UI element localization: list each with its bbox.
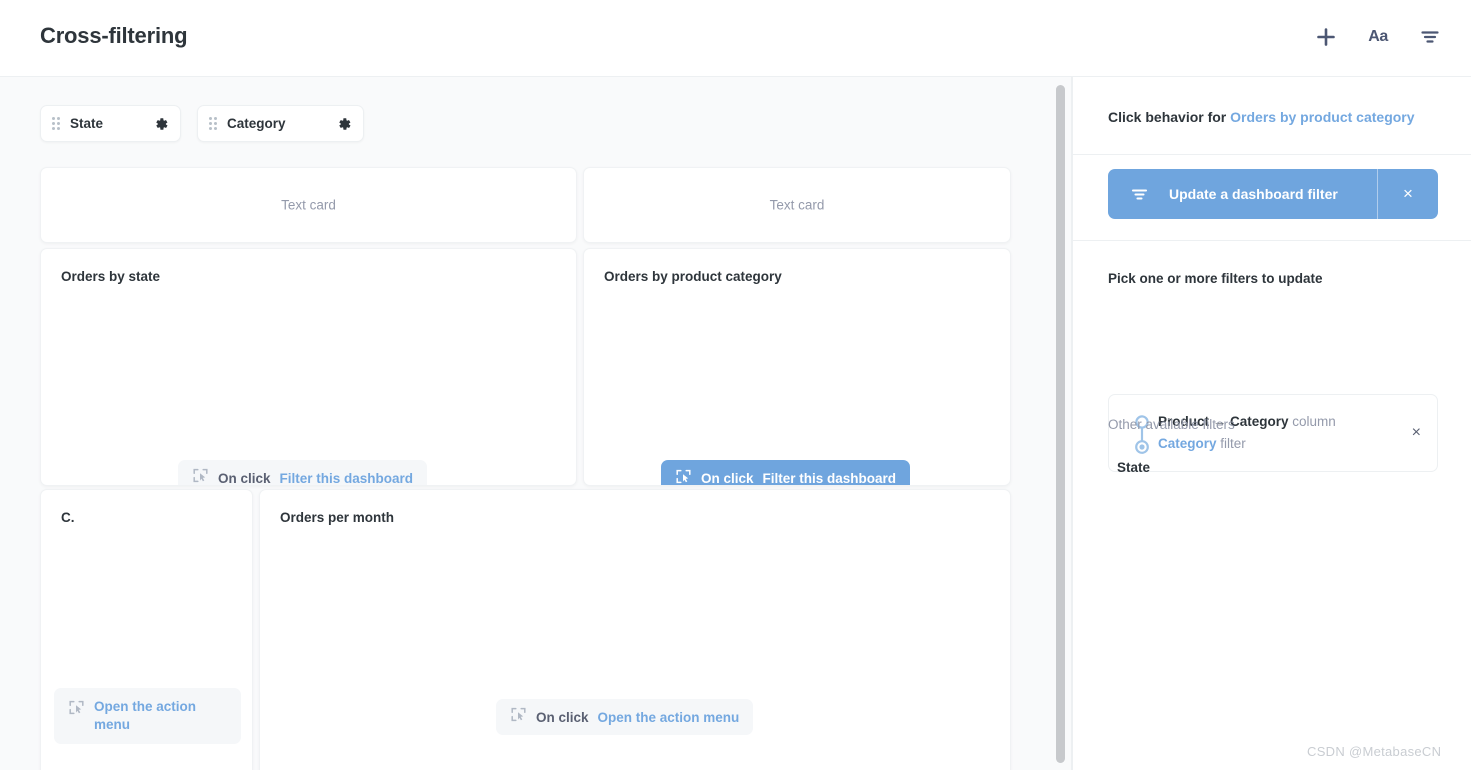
mapping-filter-name: Category	[1158, 436, 1217, 451]
click-action-label: Filter this dashboard	[762, 471, 897, 486]
dashboard-editor: Cross-filtering Aa State Category Text c…	[0, 0, 1471, 770]
sidebar-title: Click behavior for Orders by product cat…	[1108, 109, 1415, 125]
click-behavior-button[interactable]: Open the action menu	[54, 688, 241, 744]
click-action-label: Open the action menu	[94, 699, 197, 732]
filter-icon	[1130, 185, 1149, 204]
text-format-icon[interactable]: Aa	[1365, 24, 1391, 50]
update-filter-label: Update a dashboard filter	[1169, 186, 1338, 202]
dashcard-orders-by-product-category[interactable]: Orders by product category On click Filt…	[583, 248, 1011, 486]
filter-chip-category[interactable]: Category	[197, 105, 364, 142]
update-dashboard-filter-button[interactable]: Update a dashboard filter ×	[1108, 169, 1438, 219]
add-icon[interactable]	[1313, 24, 1339, 50]
on-click-label: On click	[701, 471, 754, 486]
gear-icon[interactable]	[336, 116, 352, 132]
dashboard-filter-chips: State Category	[40, 105, 364, 142]
click-action-label: Filter this dashboard	[279, 470, 414, 486]
sidebar-title-card-link[interactable]: Orders by product category	[1230, 109, 1414, 125]
click-target-icon	[675, 468, 692, 486]
dashcard-orders-per-month[interactable]: Orders per month On click Open the actio…	[259, 489, 1011, 770]
close-icon[interactable]: ×	[1378, 169, 1438, 219]
mapping-filter-suffix: filter	[1216, 436, 1246, 451]
click-target-icon	[510, 706, 527, 728]
click-behavior-button[interactable]: On click Open the action menu	[496, 699, 754, 735]
mapping-column-suffix: column	[1288, 414, 1336, 429]
click-behavior-button[interactable]: On click Filter this dashboard	[661, 460, 911, 486]
dashboard-canvas: State Category Text card Text card Order…	[0, 77, 1061, 770]
drag-handle-icon[interactable]	[209, 117, 218, 130]
on-click-label: On click	[218, 470, 271, 486]
text-card-placeholder: Text card	[769, 197, 825, 213]
click-behavior-button[interactable]: On click Filter this dashboard	[178, 460, 428, 486]
sidebar-header: Click behavior for Orders by product cat…	[1073, 77, 1471, 155]
other-filters-label: Other available filters	[1108, 417, 1235, 432]
on-click-label: On click	[536, 709, 589, 725]
drag-handle-icon[interactable]	[52, 117, 60, 130]
dashcard-text-left[interactable]: Text card	[40, 167, 577, 243]
filter-mapping-card[interactable]: Product → Category column Category filte…	[1108, 394, 1438, 472]
remove-mapping-icon[interactable]: ×	[1412, 424, 1421, 442]
filter-icon[interactable]	[1417, 24, 1443, 50]
dashcard-orders-by-state[interactable]: Orders by state On click Filter this das…	[40, 248, 577, 486]
click-target-icon	[68, 699, 85, 721]
click-behavior-sidebar: Click behavior for Orders by product cat…	[1072, 77, 1471, 770]
dashcard-text-right[interactable]: Text card	[583, 167, 1011, 243]
filter-chip-state[interactable]: State	[40, 105, 182, 142]
card-title: Orders by state	[61, 269, 161, 284]
app-header: Cross-filtering Aa	[0, 0, 1471, 77]
pick-filters-label: Pick one or more filters to update	[1108, 271, 1323, 286]
filter-chip-label: Category	[227, 116, 286, 131]
click-action-label: Open the action menu	[597, 709, 740, 725]
card-title: C.	[61, 510, 75, 525]
scrollbar-thumb[interactable]	[1056, 85, 1065, 763]
dashcard-truncated[interactable]: C. Open the action menu	[40, 489, 253, 770]
filter-chip-label: State	[70, 116, 104, 131]
mapping-filter-line: Category filter	[1158, 433, 1336, 455]
watermark: CSDN @MetabaseCN	[1307, 744, 1442, 759]
other-filter-item-state[interactable]: State	[1117, 460, 1150, 475]
card-title: Orders by product category	[604, 269, 782, 284]
text-card-placeholder: Text card	[281, 197, 336, 213]
page-title: Cross-filtering	[40, 23, 188, 48]
header-actions: Aa	[1313, 24, 1443, 50]
card-title: Orders per month	[280, 510, 395, 525]
gear-icon[interactable]	[153, 116, 169, 132]
sidebar-primary-section: Update a dashboard filter ×	[1073, 155, 1471, 241]
click-target-icon	[192, 467, 209, 485]
sidebar-title-prefix: Click behavior for	[1108, 109, 1231, 125]
